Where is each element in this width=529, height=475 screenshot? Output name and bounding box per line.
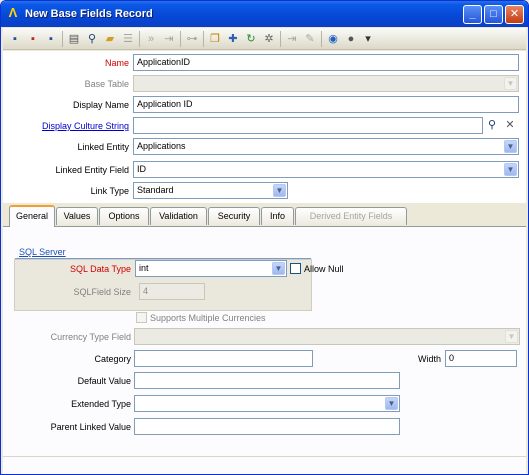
link-type-value: Standard [137, 185, 174, 195]
help-icon[interactable]: ◉ [325, 31, 341, 47]
menu-icon[interactable]: ▾ [360, 31, 376, 47]
toolbar-separator [62, 31, 63, 47]
list-icon[interactable]: ☰ [120, 31, 136, 47]
linked-entity-label: Linked Entity [77, 142, 129, 152]
linked-entity-value: Applications [137, 141, 186, 151]
allow-null-checkbox[interactable] [290, 263, 301, 274]
toolbar-separator [180, 31, 181, 47]
chevron-down-icon[interactable]: ▼ [273, 184, 286, 197]
tab-general[interactable]: General [9, 205, 55, 227]
supports-currencies-checkbox [136, 312, 147, 323]
move-icon[interactable]: ⇥ [284, 31, 300, 47]
linked-entity-field-dropdown[interactable]: ID ▼ [133, 161, 519, 178]
default-value-field[interactable] [134, 372, 400, 389]
save-new-icon[interactable]: ▪ [43, 31, 59, 47]
tab-footer [3, 456, 526, 474]
sql-data-type-label: SQL Data Type [69, 264, 131, 274]
category-field[interactable] [134, 350, 313, 367]
general-tab-panel: SQL Server SQL Data Type int ▼ Allow Nul… [3, 227, 526, 456]
tab-derived-entity-fields: Derived Entity Fields [295, 207, 407, 225]
display-name-label: Display Name [72, 100, 129, 110]
toolbar-separator [280, 31, 281, 47]
tab-strip: General Values Options Validation Securi… [3, 204, 526, 227]
window: Λ New Base Fields Record _ □ ✕ ▪ ▪ ▪ ▤ ⚲… [0, 0, 529, 475]
display-culture-field[interactable] [133, 117, 483, 134]
display-name-field[interactable]: Application ID [133, 96, 519, 113]
display-culture-link[interactable]: Display Culture String [3, 120, 129, 132]
toolbar-separator [321, 31, 322, 47]
sql-data-type-dropdown[interactable]: int ▼ [135, 260, 287, 277]
clear-icon[interactable]: ✕ [502, 117, 518, 133]
maximize-button[interactable]: □ [484, 5, 503, 24]
new-icon[interactable]: ✚ [225, 31, 241, 47]
default-value-label: Default Value [77, 376, 131, 386]
linked-entity-dropdown[interactable]: Applications ▼ [133, 138, 519, 155]
chevron-down-icon[interactable]: ▼ [504, 140, 517, 153]
tab-validation[interactable]: Validation [150, 207, 207, 225]
name-label: Name [104, 58, 129, 68]
save-close-icon[interactable]: ▪ [25, 31, 41, 47]
width-label: Width [417, 354, 441, 364]
title-bar[interactable]: Λ New Base Fields Record _ □ ✕ [1, 1, 528, 27]
settings-icon[interactable]: ✲ [261, 31, 277, 47]
toolbar-separator [139, 31, 140, 47]
copy-icon[interactable]: ❐ [207, 31, 223, 47]
next-icon[interactable]: » [143, 31, 159, 47]
chevron-down-icon[interactable]: ▼ [504, 163, 517, 176]
supports-currencies-label: Supports Multiple Currencies [150, 313, 266, 323]
window-title: New Base Fields Record [25, 8, 153, 20]
chevron-down-icon[interactable]: ▼ [385, 397, 398, 410]
toolbar-separator [203, 31, 204, 47]
linked-entity-field-label: Linked Entity Field [55, 165, 129, 175]
record-form: Name ApplicationID Base Table ▼ Display … [3, 51, 526, 203]
sql-data-type-value: int [139, 263, 149, 273]
tab-options[interactable]: Options [99, 207, 149, 225]
linked-entity-field-value: ID [137, 164, 146, 174]
parent-linked-label: Parent Linked Value [50, 422, 131, 432]
width-field[interactable]: 0 [445, 350, 517, 367]
refresh-icon[interactable]: ↻ [243, 31, 259, 47]
tab-values[interactable]: Values [56, 207, 98, 225]
currency-type-dropdown: ▼ [134, 328, 520, 345]
chevron-down-icon: ▼ [504, 77, 517, 90]
info-icon[interactable]: ● [343, 31, 359, 47]
name-field[interactable]: ApplicationID [133, 54, 519, 71]
parent-linked-field[interactable] [134, 418, 400, 435]
currency-type-label: Currency Type Field [50, 332, 131, 342]
open-icon[interactable]: ▰ [102, 31, 118, 47]
base-table-label: Base Table [84, 79, 129, 89]
tab-info[interactable]: Info [261, 207, 294, 225]
chevron-down-icon[interactable]: ▼ [272, 262, 285, 275]
base-table-dropdown: ▼ [133, 75, 519, 92]
toolbar: ▪ ▪ ▪ ▤ ⚲ ▰ ☰ » ⇥ ⊶ ❐ ✚ ↻ ✲ ⇥ ✎ ◉ ● ▾ [3, 28, 526, 50]
link-icon[interactable]: ⊶ [184, 31, 200, 47]
minimize-button[interactable]: _ [463, 5, 482, 24]
category-label: Category [94, 354, 131, 364]
app-icon: Λ [8, 5, 18, 20]
extended-type-label: Extended Type [71, 399, 131, 409]
sql-field-size-label: SQLField Size [73, 287, 131, 297]
last-icon[interactable]: ⇥ [161, 31, 177, 47]
extended-type-dropdown[interactable]: ▼ [134, 395, 400, 412]
sql-field-size-field: 4 [139, 283, 205, 300]
tab-security[interactable]: Security [208, 207, 260, 225]
find-icon[interactable]: ⚲ [84, 31, 100, 47]
allow-null-label: Allow Null [304, 264, 344, 274]
save-icon[interactable]: ▪ [7, 31, 23, 47]
link-type-label: Link Type [90, 186, 129, 196]
chevron-down-icon: ▼ [505, 330, 518, 343]
sql-server-group-title: SQL Server [19, 247, 66, 257]
close-button[interactable]: ✕ [505, 5, 524, 24]
print-icon[interactable]: ▤ [66, 31, 82, 47]
edit-icon[interactable]: ✎ [302, 31, 318, 47]
link-type-dropdown[interactable]: Standard ▼ [133, 182, 288, 199]
binoculars-icon[interactable]: ⚲ [484, 117, 500, 133]
